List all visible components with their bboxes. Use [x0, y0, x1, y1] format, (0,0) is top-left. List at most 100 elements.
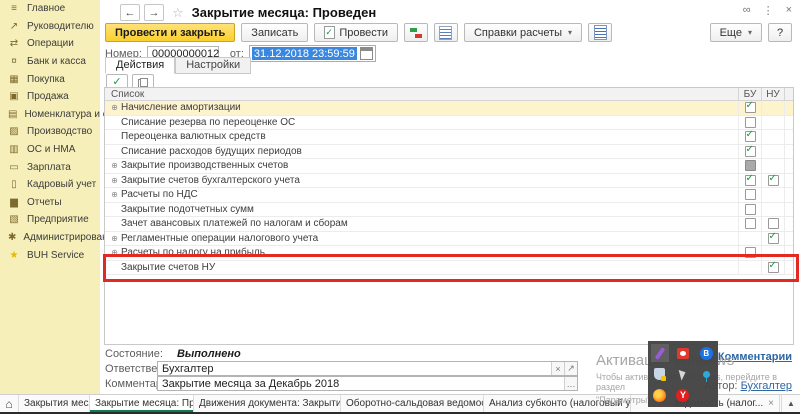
cursor-icon[interactable] [674, 365, 692, 383]
bu-checkbox[interactable] [745, 218, 756, 229]
sidebar-item-hr[interactable]: ▯Кадровый учет [0, 176, 100, 194]
sidebar-item-enterprise[interactable]: ▧Предприятие [0, 211, 100, 229]
save-button[interactable]: Записать [241, 23, 308, 42]
sidebar-item-manager[interactable]: ↗Руководителю [0, 18, 100, 36]
row-end [784, 246, 793, 260]
sidebar-item-inventory[interactable]: ▤Номенклатура и склад [0, 106, 100, 124]
table-row[interactable]: Закрытие подотчетных сумм [105, 203, 793, 218]
bluetooth-icon[interactable]: B [697, 344, 715, 362]
post-and-close-button[interactable]: Провести и закрыть [105, 23, 235, 42]
open-icon[interactable]: ↗ [564, 362, 577, 375]
taskbar-tab[interactable]: Движения документа: Закрытие месяца ...× [194, 395, 341, 412]
manager-icon: ↗ [8, 21, 20, 32]
red-tray-icon[interactable] [674, 344, 692, 362]
expand-icon[interactable]: ⊕ [108, 248, 121, 257]
yandex-icon[interactable]: Y [674, 386, 692, 404]
nu-checkbox[interactable] [768, 262, 779, 273]
pin-icon[interactable] [697, 365, 715, 383]
tab-actions[interactable]: Действия [105, 57, 175, 74]
nu-cell [761, 203, 784, 217]
date-field[interactable]: 31.12.2018 23:59:59 [249, 45, 376, 62]
expand-icon[interactable]: ⊕ [108, 103, 121, 112]
table-row[interactable]: Списание расходов будущих периодов [105, 145, 793, 160]
firefox-icon[interactable] [651, 386, 669, 404]
nu-checkbox[interactable] [768, 233, 779, 244]
calc-references-button[interactable]: Справки расчеты ▾ [464, 23, 582, 42]
bu-checkbox[interactable] [745, 204, 756, 215]
row-label: Начисление амортизации [121, 102, 241, 113]
nu-checkbox[interactable] [768, 218, 779, 229]
post-button[interactable]: ✓ Провести [314, 23, 398, 42]
calendar-icon[interactable] [360, 47, 373, 60]
sidebar-item-sales[interactable]: ▣Продажа [0, 88, 100, 106]
table-row[interactable]: ⊕Регламентные операции налогового учета [105, 232, 793, 247]
bu-column-header[interactable]: БУ [738, 88, 761, 100]
nu-cell [761, 101, 784, 115]
more-button[interactable]: Еще ▾ [710, 23, 762, 42]
bu-checkbox[interactable] [745, 131, 756, 142]
table-row[interactable]: Переоценка валютных средств [105, 130, 793, 145]
table-row[interactable]: ⊕Закрытие производственных счетов [105, 159, 793, 174]
clear-icon[interactable]: × [551, 362, 564, 375]
dtkt-button[interactable] [404, 23, 428, 42]
table-row[interactable]: ⊕Расчеты по НДС [105, 188, 793, 203]
sidebar-item-label: Зарплата [27, 162, 71, 173]
bu-checkbox[interactable] [745, 175, 756, 186]
sidebar-item-salary[interactable]: ▭Зарплата [0, 158, 100, 176]
sidebar-item-administration[interactable]: ✱Администрирование [0, 229, 100, 247]
taskbar-tab[interactable]: Закрытия месяца× [19, 395, 90, 412]
sidebar-item-label: Главное [27, 3, 65, 14]
table-row[interactable]: ⊕Закрытие счетов бухгалтерского учета [105, 174, 793, 189]
bu-checkbox[interactable] [745, 247, 756, 258]
bu-checkbox[interactable] [745, 117, 756, 128]
table-row[interactable]: Списание резерва по переоценке ОС [105, 116, 793, 131]
row-end [784, 159, 793, 173]
bu-checkbox[interactable] [745, 146, 756, 157]
link-icon[interactable]: ∞ [743, 4, 751, 17]
list-column-header[interactable]: Список [105, 88, 738, 100]
expand-icon[interactable]: ⊕ [108, 176, 121, 185]
expand-icon[interactable]: ⊕ [108, 190, 121, 199]
more-field-icon[interactable]: … [564, 377, 577, 390]
sidebar-item-main[interactable]: ≡Главное [0, 0, 100, 18]
forward-button[interactable]: → [144, 4, 164, 21]
menu-dots-icon[interactable]: ⋮ [763, 4, 774, 17]
table-row[interactable]: ⊕Расчеты по налогу на прибыль [105, 246, 793, 261]
expand-icon[interactable]: ⊕ [108, 161, 121, 170]
bu-checkbox[interactable] [745, 160, 756, 171]
close-icon[interactable]: × [786, 4, 792, 17]
nu-column-header[interactable]: НУ [761, 88, 784, 100]
taskbar-tab[interactable]: Оборотно-сальдовая ведомость за 201...× [341, 395, 484, 412]
table-row[interactable]: Закрытие счетов НУ [105, 261, 793, 276]
sidebar-item-reports[interactable]: ▆Отчеты [0, 194, 100, 212]
shield-icon[interactable] [651, 365, 669, 383]
feather-tray-icon[interactable] [651, 344, 669, 362]
expand-icon[interactable]: ⊕ [108, 234, 121, 243]
sidebar-item-bank-cash[interactable]: ¤Банк и касса [0, 53, 100, 71]
sidebar-item-buh-service[interactable]: ★BUH Service [0, 246, 100, 264]
calculator-button[interactable] [588, 23, 612, 42]
row-label-cell: Зачет авансовых платежей по налогам и сб… [105, 217, 738, 231]
tab-settings[interactable]: Настройки [175, 57, 251, 74]
sidebar-item-operations[interactable]: ⇄Операции [0, 35, 100, 53]
sidebar-item-production[interactable]: ▨Производство [0, 123, 100, 141]
table-row[interactable]: ⊕Начисление амортизации [105, 101, 793, 116]
sidebar-item-label: Покупка [27, 74, 65, 85]
responsible-field[interactable]: Бухгалтер × ↗ [157, 361, 578, 376]
sidebar-item-purchase[interactable]: ▦Покупка [0, 70, 100, 88]
taskbar-tab[interactable]: Закрытие месяца: Проведен× [90, 395, 194, 412]
comment-field[interactable]: Закрытие месяца за Декабрь 2018 … [157, 376, 578, 391]
taskbar-home-tab[interactable]: ⌂ [0, 395, 19, 412]
table-row[interactable]: Зачет авансовых платежей по налогам и сб… [105, 217, 793, 232]
row-label-cell: ⊕Расчеты по налогу на прибыль [105, 246, 738, 260]
help-button[interactable]: ? [768, 23, 792, 42]
nu-checkbox[interactable] [768, 175, 779, 186]
bu-checkbox[interactable] [745, 189, 756, 200]
back-button[interactable]: ← [120, 4, 140, 21]
favorite-star-icon[interactable]: ☆ [172, 5, 184, 21]
report-button[interactable] [434, 23, 458, 42]
dtkt-icon [410, 27, 422, 39]
bu-checkbox[interactable] [745, 102, 756, 113]
sales-icon: ▣ [8, 91, 20, 102]
sidebar-item-fixed-assets[interactable]: ▥ОС и НМА [0, 141, 100, 159]
